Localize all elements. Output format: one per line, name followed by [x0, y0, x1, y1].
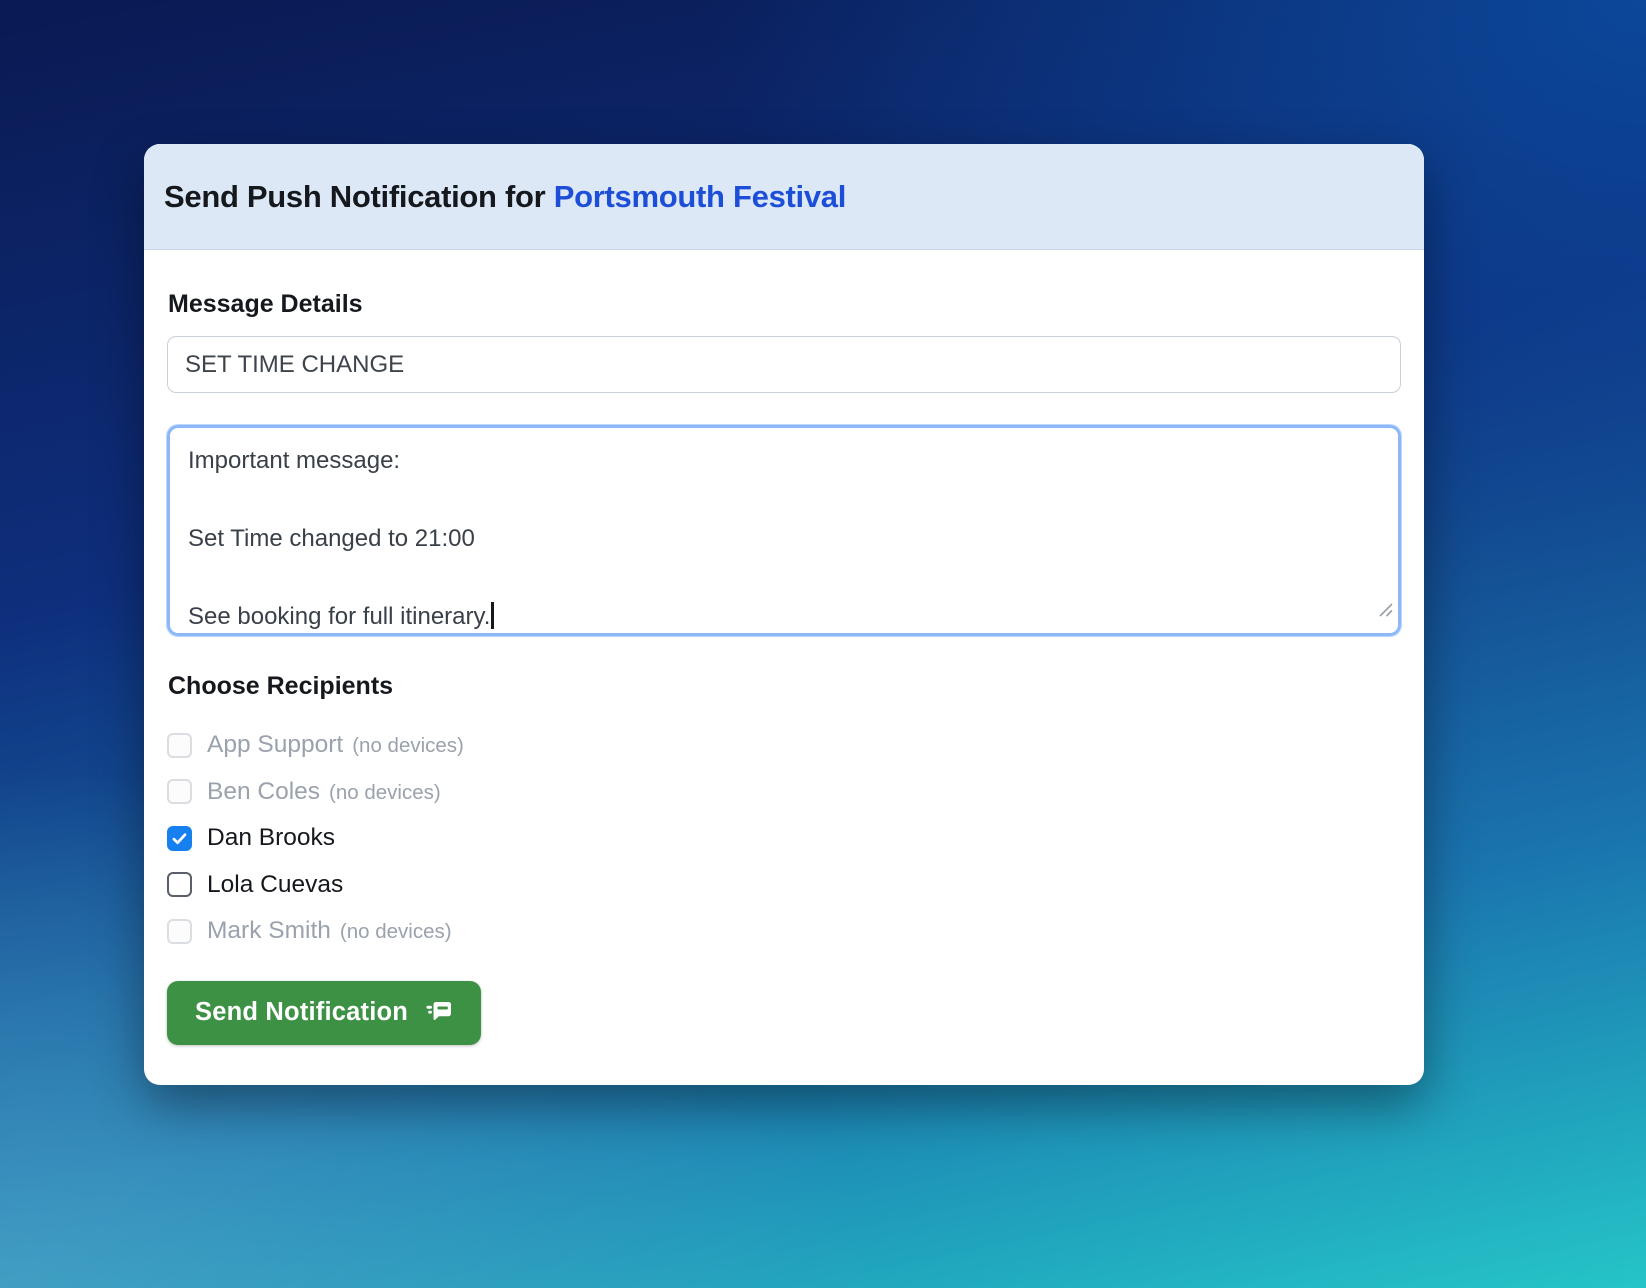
recipient-checkbox[interactable] [167, 826, 192, 851]
recipient-devices-note: (no devices) [340, 918, 452, 944]
recipient-checkbox[interactable] [167, 872, 192, 897]
recipient-name: App Support [207, 731, 343, 759]
recipient-devices-note: (no devices) [352, 732, 464, 758]
send-notification-label: Send Notification [195, 998, 408, 1027]
message-body-textarea[interactable]: Important message: Set Time changed to 2… [167, 425, 1401, 636]
recipient-checkbox [167, 733, 192, 758]
chat-bubble-icon [426, 998, 453, 1028]
recipient-checkbox [167, 919, 192, 944]
event-name: Portsmouth Festival [554, 179, 846, 214]
message-title-input[interactable] [167, 336, 1401, 393]
recipients-section: Choose Recipients App Support (no device… [167, 672, 1401, 955]
recipient-row: Lola Cuevas [167, 862, 1401, 909]
resize-handle-icon[interactable] [1378, 590, 1393, 629]
dialog-header: Send Push Notification for Portsmouth Fe… [144, 144, 1424, 250]
recipient-name: Dan Brooks [207, 824, 335, 852]
message-details-heading: Message Details [168, 290, 1401, 319]
choose-recipients-heading: Choose Recipients [168, 672, 1401, 701]
recipient-checkbox [167, 779, 192, 804]
dialog-title-prefix: Send Push Notification for [164, 179, 554, 214]
message-body-text: Important message: Set Time changed to 2… [188, 447, 490, 630]
recipient-name: Lola Cuevas [207, 871, 343, 899]
send-push-notification-dialog: Send Push Notification for Portsmouth Fe… [144, 144, 1424, 1085]
dialog-title: Send Push Notification for Portsmouth Fe… [164, 179, 846, 215]
send-notification-button[interactable]: Send Notification [167, 981, 481, 1045]
recipients-list: App Support (no devices) Ben Coles (no d… [167, 722, 1401, 955]
recipient-row: App Support (no devices) [167, 722, 1401, 769]
text-cursor [491, 602, 494, 629]
recipient-devices-note: (no devices) [329, 779, 441, 805]
recipient-name: Ben Coles [207, 778, 320, 806]
dialog-body: Message Details Important message: Set T… [144, 250, 1424, 1045]
recipient-name: Mark Smith [207, 917, 331, 945]
recipient-row: Mark Smith (no devices) [167, 908, 1401, 955]
recipient-row: Ben Coles (no devices) [167, 769, 1401, 816]
recipient-row: Dan Brooks [167, 815, 1401, 862]
